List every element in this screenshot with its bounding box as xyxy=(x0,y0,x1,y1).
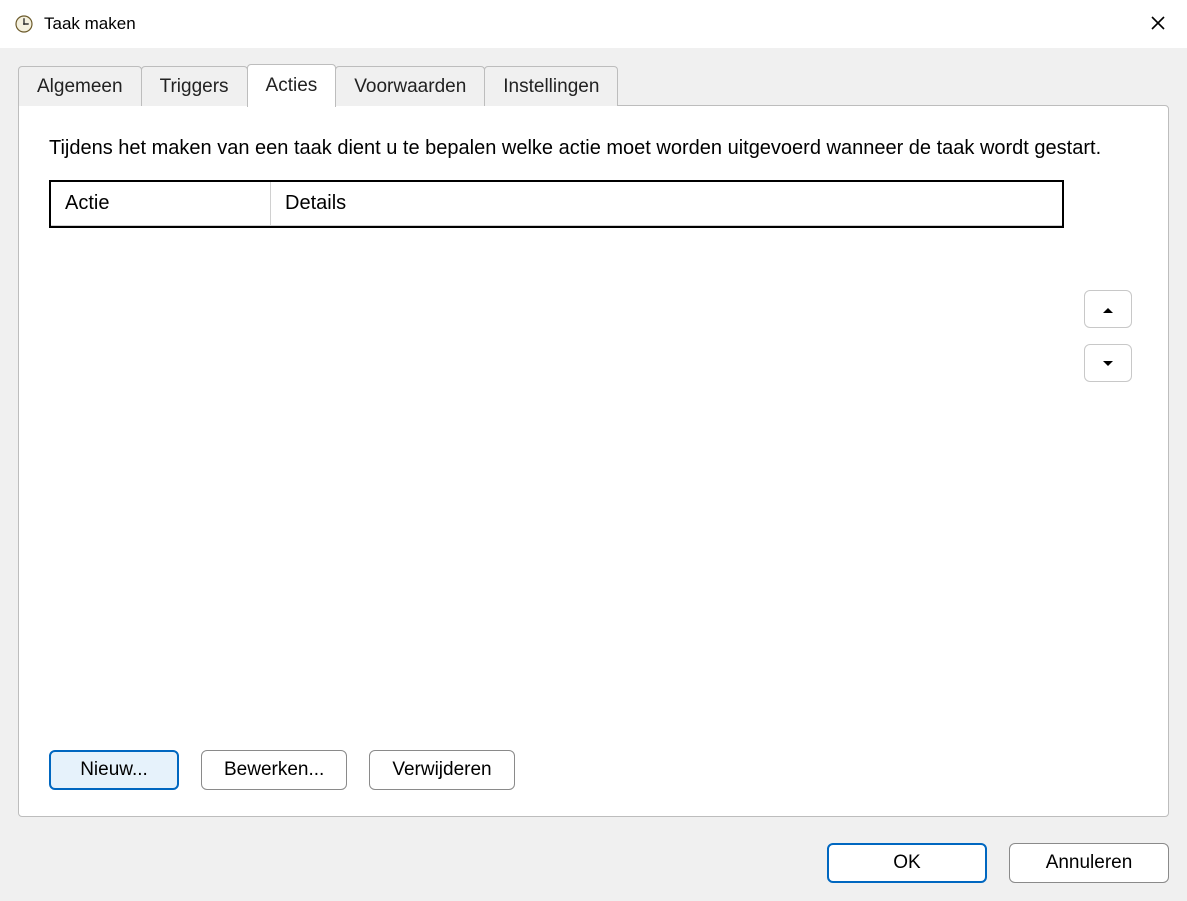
dialog-footer: OK Annuleren xyxy=(18,843,1169,883)
chevron-up-icon xyxy=(1102,302,1114,317)
ok-button[interactable]: OK xyxy=(827,843,987,883)
tab-triggers[interactable]: Triggers xyxy=(141,66,248,106)
column-header-action[interactable]: Actie xyxy=(51,182,271,225)
cancel-button[interactable]: Annuleren xyxy=(1009,843,1169,883)
button-label: Annuleren xyxy=(1046,852,1133,874)
button-label: Verwijderen xyxy=(392,759,491,781)
list-header: Actie Details xyxy=(51,182,1062,226)
tab-panel-actions: Tijdens het maken van een taak dient u t… xyxy=(18,105,1169,817)
list-row: Actie Details xyxy=(49,180,1138,732)
tab-label: Acties xyxy=(266,75,318,97)
tab-settings[interactable]: Instellingen xyxy=(484,66,618,106)
title-bar-left: Taak maken xyxy=(14,14,136,34)
close-button[interactable] xyxy=(1135,5,1181,43)
tab-label: Algemeen xyxy=(37,76,123,98)
title-bar: Taak maken xyxy=(0,0,1187,48)
button-label: Nieuw... xyxy=(80,759,148,781)
tab-label: Triggers xyxy=(160,76,229,98)
tab-container: Algemeen Triggers Acties Voorwaarden Ins… xyxy=(18,64,1169,817)
reorder-buttons xyxy=(1084,290,1138,382)
actions-list[interactable]: Actie Details xyxy=(49,180,1064,228)
move-down-button[interactable] xyxy=(1084,344,1132,382)
delete-button[interactable]: Verwijderen xyxy=(369,750,514,790)
column-label: Actie xyxy=(65,192,109,215)
close-icon xyxy=(1151,14,1165,35)
new-button[interactable]: Nieuw... xyxy=(49,750,179,790)
panel-action-buttons: Nieuw... Bewerken... Verwijderen xyxy=(49,750,1138,790)
tab-label: Voorwaarden xyxy=(354,76,466,98)
dialog-body: Algemeen Triggers Acties Voorwaarden Ins… xyxy=(0,48,1187,901)
button-label: OK xyxy=(893,852,920,874)
move-up-button[interactable] xyxy=(1084,290,1132,328)
tab-actions[interactable]: Acties xyxy=(247,64,337,107)
tab-general[interactable]: Algemeen xyxy=(18,66,142,106)
edit-button[interactable]: Bewerken... xyxy=(201,750,347,790)
tab-conditions[interactable]: Voorwaarden xyxy=(335,66,485,106)
panel-description: Tijdens het maken van een taak dient u t… xyxy=(49,134,1138,162)
column-header-details[interactable]: Details xyxy=(271,182,1062,225)
chevron-down-icon xyxy=(1102,356,1114,371)
button-label: Bewerken... xyxy=(224,759,324,781)
column-label: Details xyxy=(285,192,346,215)
window-title: Taak maken xyxy=(44,14,136,34)
tab-label: Instellingen xyxy=(503,76,599,98)
task-scheduler-icon xyxy=(14,14,34,34)
tab-strip: Algemeen Triggers Acties Voorwaarden Ins… xyxy=(18,64,1169,106)
